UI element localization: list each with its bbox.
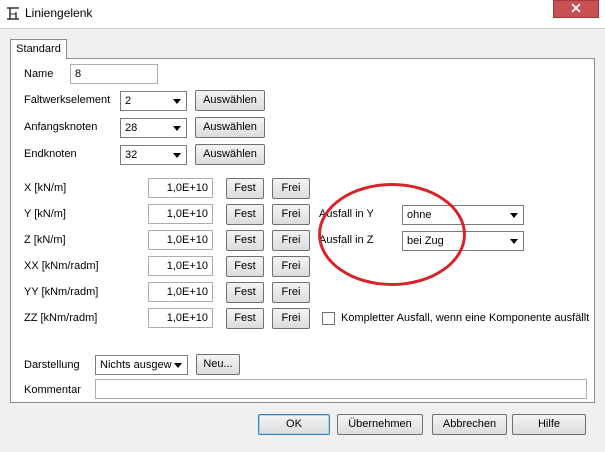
- faltwerkselement-label: Faltwerkselement: [24, 94, 111, 106]
- anfangsknoten-label: Anfangsknoten: [24, 121, 98, 133]
- spring-label-zz: ZZ [kNm/radm]: [24, 312, 98, 324]
- kommentar-input[interactable]: [95, 379, 587, 399]
- faltwerkselement-value: 2: [125, 95, 132, 107]
- faltwerkselement-select-button[interactable]: Auswählen: [195, 90, 265, 111]
- spring-label-x: X [kN/m]: [24, 182, 67, 194]
- anfangsknoten-select-button[interactable]: Auswählen: [195, 117, 265, 138]
- chevron-down-icon: [174, 363, 182, 368]
- close-button[interactable]: [553, 0, 599, 18]
- ausfall-y-value: ohne: [407, 209, 432, 221]
- endknoten-value: 32: [125, 149, 138, 161]
- endknoten-select[interactable]: 32: [120, 145, 187, 165]
- spring-fest-button-xx[interactable]: Fest: [226, 256, 264, 277]
- dialog-window: Liniengelenk Standard Name Faltwerkselem…: [0, 0, 605, 452]
- apply-button[interactable]: Übernehmen: [337, 414, 423, 435]
- anfangsknoten-select[interactable]: 28: [120, 118, 187, 138]
- cancel-button[interactable]: Abbrechen: [432, 414, 507, 435]
- tab-standard[interactable]: Standard: [10, 39, 67, 59]
- spring-frei-button-xx[interactable]: Frei: [272, 256, 310, 277]
- spring-fest-button-y[interactable]: Fest: [226, 204, 264, 225]
- name-label: Name: [24, 68, 54, 80]
- hinge-icon: [5, 5, 21, 21]
- ausfall-z-label: Ausfall in Z: [319, 234, 374, 246]
- spring-label-z: Z [kN/m]: [24, 234, 66, 246]
- ok-button[interactable]: OK: [258, 414, 330, 435]
- ausfall-y-select[interactable]: ohne: [402, 205, 524, 225]
- tab-panel-standard: Name Faltwerkselement 2 Auswählen Anfang…: [10, 58, 595, 403]
- dialog-client-area: Standard Name Faltwerkselement 2 Auswähl…: [0, 28, 605, 452]
- darstellung-value: Nichts ausgew: [100, 359, 172, 371]
- spring-frei-button-x[interactable]: Frei: [272, 178, 310, 199]
- spring-label-yy: YY [kNm/radm]: [24, 286, 99, 298]
- spring-fest-button-z[interactable]: Fest: [226, 230, 264, 251]
- spring-fest-button-yy[interactable]: Fest: [226, 282, 264, 303]
- help-button[interactable]: Hilfe: [512, 414, 586, 435]
- kommentar-label: Kommentar: [24, 384, 81, 396]
- chevron-down-icon: [173, 153, 181, 158]
- komplett-ausfall-checkbox[interactable]: [322, 312, 335, 325]
- spring-frei-button-y[interactable]: Frei: [272, 204, 310, 225]
- spring-input-z[interactable]: [148, 230, 213, 250]
- endknoten-label: Endknoten: [24, 148, 77, 160]
- spring-input-xx[interactable]: [148, 256, 213, 276]
- window-title: Liniengelenk: [25, 6, 93, 20]
- spring-frei-button-zz[interactable]: Frei: [272, 308, 310, 329]
- darstellung-label: Darstellung: [24, 359, 80, 371]
- chevron-down-icon: [510, 239, 518, 244]
- spring-input-yy[interactable]: [148, 282, 213, 302]
- spring-input-zz[interactable]: [148, 308, 213, 328]
- darstellung-select[interactable]: Nichts ausgew: [95, 355, 188, 375]
- ausfall-z-select[interactable]: bei Zug: [402, 231, 524, 251]
- anfangsknoten-value: 28: [125, 122, 138, 134]
- ausfall-y-label: Ausfall in Y: [319, 208, 374, 220]
- komplett-ausfall-label: Kompletter Ausfall, wenn eine Komponente…: [341, 312, 590, 324]
- chevron-down-icon: [173, 99, 181, 104]
- spring-frei-button-yy[interactable]: Frei: [272, 282, 310, 303]
- faltwerkselement-select[interactable]: 2: [120, 91, 187, 111]
- chevron-down-icon: [510, 213, 518, 218]
- spring-fest-button-zz[interactable]: Fest: [226, 308, 264, 329]
- spring-label-y: Y [kN/m]: [24, 208, 66, 220]
- spring-label-xx: XX [kNm/radm]: [24, 260, 99, 272]
- title-bar: Liniengelenk: [0, 0, 605, 28]
- spring-fest-button-x[interactable]: Fest: [226, 178, 264, 199]
- chevron-down-icon: [173, 126, 181, 131]
- darstellung-new-button[interactable]: Neu...: [196, 354, 240, 375]
- close-icon: [571, 2, 581, 16]
- ausfall-z-value: bei Zug: [407, 235, 444, 247]
- spring-frei-button-z[interactable]: Frei: [272, 230, 310, 251]
- spring-input-x[interactable]: [148, 178, 213, 198]
- name-input[interactable]: [70, 64, 158, 84]
- endknoten-select-button[interactable]: Auswählen: [195, 144, 265, 165]
- spring-input-y[interactable]: [148, 204, 213, 224]
